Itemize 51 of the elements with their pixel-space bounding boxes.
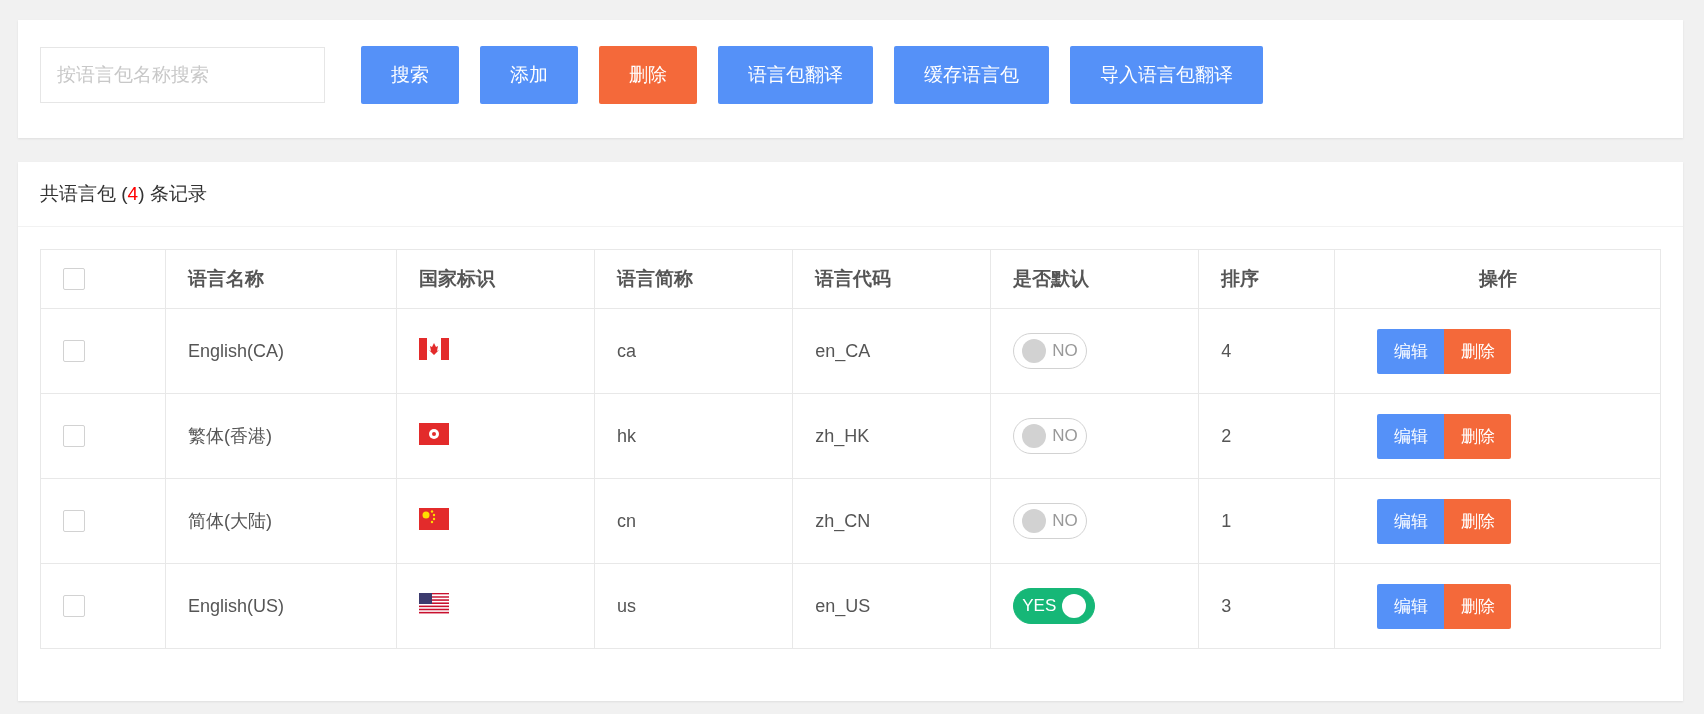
table-cell: 简体(大陆) bbox=[165, 478, 397, 564]
column-header: 排序 bbox=[1198, 249, 1335, 309]
column-header: 语言代码 bbox=[792, 249, 991, 309]
column-header: 语言名称 bbox=[165, 249, 397, 309]
delete-button[interactable]: 删除 bbox=[599, 46, 697, 104]
table-cell: 4 bbox=[1198, 308, 1335, 394]
table-cell: English(US) bbox=[165, 563, 397, 649]
table-cell: zh_CN bbox=[792, 478, 991, 564]
table-cell: 2 bbox=[1198, 393, 1335, 479]
column-header: 操作 bbox=[1334, 249, 1661, 309]
action-button[interactable]: 添加 bbox=[480, 46, 578, 104]
edit-button[interactable]: 编辑 bbox=[1377, 328, 1445, 374]
column-header: 是否默认 bbox=[990, 249, 1199, 309]
table-cell: 1 bbox=[1198, 478, 1335, 564]
table-cell: ca bbox=[594, 308, 793, 394]
delete-button[interactable]: 删除 bbox=[1444, 583, 1512, 629]
row-checkbox[interactable] bbox=[63, 340, 85, 363]
table-cell: en_CA bbox=[792, 308, 991, 394]
default-toggle[interactable]: YES bbox=[1013, 588, 1096, 624]
table-cell: English(CA) bbox=[165, 308, 397, 394]
row-checkbox[interactable] bbox=[63, 595, 85, 618]
default-toggle[interactable]: NO bbox=[1013, 333, 1087, 369]
edit-button[interactable]: 编辑 bbox=[1377, 498, 1445, 544]
select-all-checkbox[interactable] bbox=[63, 268, 85, 291]
column-header: 国家标识 bbox=[396, 249, 595, 309]
table-cell: 繁体(香港) bbox=[165, 393, 397, 479]
delete-button[interactable]: 删除 bbox=[1444, 328, 1512, 374]
action-button[interactable]: 缓存语言包 bbox=[894, 46, 1049, 104]
edit-button[interactable]: 编辑 bbox=[1377, 583, 1445, 629]
delete-button[interactable]: 删除 bbox=[1444, 413, 1512, 459]
record-count-text: 共语言包 (4) 条记录 bbox=[40, 183, 207, 204]
default-toggle[interactable]: NO bbox=[1013, 503, 1087, 539]
row-checkbox[interactable] bbox=[63, 425, 85, 448]
table-cell: us bbox=[594, 563, 793, 649]
table-cell: zh_HK bbox=[792, 393, 991, 479]
table-cell: hk bbox=[594, 393, 793, 479]
table-cell: en_US bbox=[792, 563, 991, 649]
action-button[interactable]: 搜索 bbox=[361, 46, 459, 104]
delete-button[interactable]: 删除 bbox=[1444, 498, 1512, 544]
flag-icon bbox=[418, 337, 449, 360]
flag-icon bbox=[418, 592, 449, 615]
flag-icon bbox=[418, 507, 449, 530]
edit-button[interactable]: 编辑 bbox=[1377, 413, 1445, 459]
default-toggle[interactable]: NO bbox=[1013, 418, 1087, 454]
row-checkbox[interactable] bbox=[63, 510, 85, 533]
flag-icon bbox=[418, 422, 449, 445]
action-button[interactable]: 导入语言包翻译 bbox=[1070, 46, 1263, 104]
table-cell: cn bbox=[594, 478, 793, 564]
column-header: 语言简称 bbox=[594, 249, 793, 309]
action-button[interactable]: 语言包翻译 bbox=[718, 46, 873, 104]
table-cell: 3 bbox=[1198, 563, 1335, 649]
